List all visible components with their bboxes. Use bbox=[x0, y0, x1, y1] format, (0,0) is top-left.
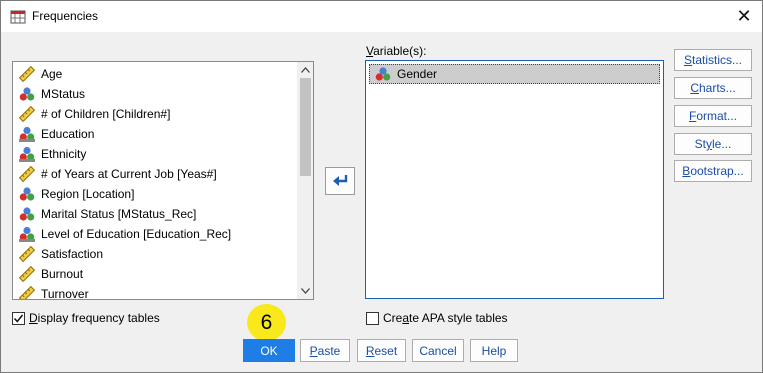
scale-ruler-icon bbox=[19, 286, 35, 299]
list-item[interactable]: Ethnicity bbox=[13, 144, 296, 164]
list-item-label: Satisfaction bbox=[41, 247, 104, 261]
source-variable-list[interactable]: Age MStatus # of Children [Children#] Ed… bbox=[12, 61, 314, 300]
dialog-title: Frequencies bbox=[32, 9, 99, 23]
display-frequency-tables-checkbox[interactable]: Display frequency tables bbox=[12, 311, 160, 325]
list-item-label: Burnout bbox=[41, 267, 84, 281]
list-item-label: Level of Education [Education_Rec] bbox=[41, 227, 232, 241]
scale-ruler-icon bbox=[19, 106, 35, 122]
list-item-label: MStatus bbox=[41, 87, 86, 101]
nominal-balls-icon bbox=[19, 87, 35, 101]
list-item[interactable]: Education bbox=[13, 124, 296, 144]
scroll-up-arrow[interactable] bbox=[297, 63, 313, 77]
scale-ruler-icon bbox=[19, 266, 35, 282]
close-button[interactable]: ✕ bbox=[726, 1, 762, 32]
apa-style-tables-checkbox[interactable]: Create APA style tables bbox=[366, 311, 508, 325]
ordinal-bars-icon bbox=[19, 126, 35, 142]
help-button[interactable]: Help bbox=[470, 339, 518, 362]
chevron-up-icon bbox=[300, 67, 310, 73]
charts-button[interactable]: Charts... bbox=[674, 77, 752, 99]
checkbox-label: Create APA style tables bbox=[383, 311, 508, 325]
paste-button[interactable]: Paste bbox=[300, 339, 350, 362]
spss-app-icon bbox=[10, 10, 26, 24]
list-item-label: Age bbox=[41, 67, 63, 81]
close-icon: ✕ bbox=[736, 6, 752, 26]
list-item[interactable]: Burnout bbox=[13, 264, 296, 284]
list-item[interactable]: Age bbox=[13, 64, 296, 84]
list-item-label: # of Years at Current Job [Yeas#] bbox=[41, 167, 217, 181]
arrow-left-icon bbox=[333, 175, 348, 186]
list-item[interactable]: Region [Location] bbox=[13, 184, 296, 204]
checkbox-box[interactable] bbox=[12, 311, 25, 325]
list-item[interactable]: # of Children [Children#] bbox=[13, 104, 296, 124]
statistics-button[interactable]: Statistics... bbox=[674, 49, 752, 71]
chevron-down-icon bbox=[300, 288, 310, 294]
frequencies-dialog: Frequencies ✕ Age MStatus # of Children … bbox=[0, 0, 763, 373]
scale-ruler-icon bbox=[19, 166, 35, 182]
scale-ruler-icon bbox=[19, 66, 35, 82]
cancel-button[interactable]: Cancel bbox=[412, 339, 464, 362]
move-variable-button[interactable] bbox=[325, 167, 355, 195]
list-item[interactable]: Marital Status [MStatus_Rec] bbox=[13, 204, 296, 224]
list-item[interactable]: Level of Education [Education_Rec] bbox=[13, 224, 296, 244]
scale-ruler-icon bbox=[19, 246, 35, 262]
list-item[interactable]: Gender bbox=[369, 64, 660, 84]
nominal-balls-icon bbox=[19, 187, 35, 201]
list-item[interactable]: Turnover bbox=[13, 284, 296, 300]
selected-variables-list[interactable]: Gender bbox=[365, 60, 664, 299]
checkbox-label: Display frequency tables bbox=[29, 311, 160, 325]
step-number-badge: 6 bbox=[247, 304, 286, 341]
list-item-label: Gender bbox=[397, 67, 438, 81]
list-item[interactable]: Satisfaction bbox=[13, 244, 296, 264]
ok-button[interactable]: OK bbox=[243, 339, 295, 362]
format-button[interactable]: Format... bbox=[674, 105, 752, 127]
list-item[interactable]: MStatus bbox=[13, 84, 296, 104]
list-item-label: Region [Location] bbox=[41, 187, 135, 201]
source-items: Age MStatus # of Children [Children#] Ed… bbox=[13, 64, 296, 300]
ordinal-bars-icon bbox=[19, 226, 35, 242]
list-item-label: Ethnicity bbox=[41, 147, 87, 161]
style-button[interactable]: St y le... bbox=[674, 133, 752, 155]
vertical-scrollbar[interactable] bbox=[297, 62, 313, 299]
checkmark-icon bbox=[13, 314, 24, 323]
checkbox-box[interactable] bbox=[366, 311, 379, 325]
nominal-balls-icon bbox=[19, 207, 35, 221]
list-item-label: Marital Status [MStatus_Rec] bbox=[41, 207, 197, 221]
scroll-thumb[interactable] bbox=[300, 78, 311, 176]
reset-button[interactable]: Reset bbox=[357, 339, 406, 362]
list-item-label: Education bbox=[41, 127, 95, 141]
list-item-label: Turnover bbox=[41, 287, 89, 300]
ordinal-bars-icon bbox=[19, 146, 35, 162]
list-item-label: # of Children [Children#] bbox=[41, 107, 171, 121]
title-bar: Frequencies ✕ bbox=[1, 1, 762, 32]
variables-label: Variable(s): bbox=[366, 44, 427, 58]
bootstrap-button[interactable]: Bootstrap... bbox=[674, 160, 752, 182]
list-item[interactable]: # of Years at Current Job [Yeas#] bbox=[13, 164, 296, 184]
scroll-down-arrow[interactable] bbox=[297, 284, 313, 298]
nominal-balls-icon bbox=[375, 67, 391, 81]
